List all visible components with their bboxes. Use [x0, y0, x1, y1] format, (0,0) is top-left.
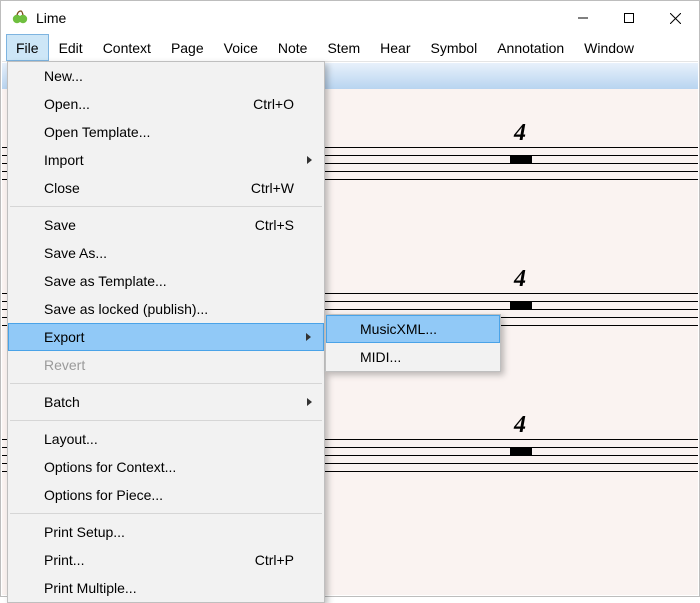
- menu-bar: File Edit Context Page Voice Note Stem H…: [2, 34, 698, 62]
- menuitem-label: New...: [44, 68, 83, 84]
- menuitem-batch[interactable]: Batch: [8, 388, 324, 416]
- close-button[interactable]: [652, 2, 698, 34]
- menu-hear[interactable]: Hear: [370, 34, 420, 61]
- menuitem-label: Close: [44, 180, 80, 196]
- menuitem-save-as[interactable]: Save As...: [8, 239, 324, 267]
- menu-window[interactable]: Window: [574, 34, 644, 61]
- menuitem-label: Save: [44, 217, 76, 233]
- submenu-arrow-icon: [307, 398, 312, 406]
- menuitem-print-setup[interactable]: Print Setup...: [8, 518, 324, 546]
- menuitem-label: Print Setup...: [44, 524, 125, 540]
- menuitem-shortcut: Ctrl+W: [251, 180, 294, 196]
- menuitem-export[interactable]: Export: [8, 323, 324, 351]
- menuitem-export-midi[interactable]: MIDI...: [326, 343, 500, 371]
- menuitem-save[interactable]: Save Ctrl+S: [8, 211, 324, 239]
- whole-rest: [510, 448, 532, 456]
- menu-edit[interactable]: Edit: [49, 34, 93, 61]
- menuitem-label: Export: [44, 329, 84, 345]
- menuitem-label: Open Template...: [44, 124, 150, 140]
- menuitem-label: Revert: [44, 357, 85, 373]
- export-submenu: MusicXML... MIDI...: [325, 314, 501, 372]
- menuitem-label: Save As...: [44, 245, 107, 261]
- menuitem-label: Options for Piece...: [44, 487, 163, 503]
- menuitem-label: Save as Template...: [44, 273, 167, 289]
- maximize-button[interactable]: [606, 2, 652, 34]
- menu-separator: [10, 420, 322, 421]
- menuitem-label: Print...: [44, 552, 84, 568]
- menu-voice[interactable]: Voice: [214, 34, 268, 61]
- menuitem-revert: Revert: [8, 351, 324, 379]
- whole-rest: [510, 156, 532, 164]
- file-menu-dropdown: New... Open... Ctrl+O Open Template... I…: [7, 61, 325, 603]
- title-bar: Lime: [2, 2, 698, 34]
- menuitem-shortcut: Ctrl+O: [253, 96, 294, 112]
- submenu-arrow-icon: [307, 156, 312, 164]
- app-title: Lime: [36, 10, 66, 26]
- window-frame: Lime File Edit Context Page Voice Note S…: [0, 0, 700, 597]
- multirest-number: 4: [514, 120, 526, 147]
- window-controls: [560, 2, 698, 34]
- menuitem-label: MIDI...: [360, 349, 401, 365]
- menuitem-layout[interactable]: Layout...: [8, 425, 324, 453]
- menuitem-print-multiple[interactable]: Print Multiple...: [8, 574, 324, 602]
- menuitem-label: Import: [44, 152, 84, 168]
- menuitem-save-as-locked[interactable]: Save as locked (publish)...: [8, 295, 324, 323]
- menuitem-shortcut: Ctrl+S: [255, 217, 294, 233]
- menu-stem[interactable]: Stem: [317, 34, 370, 61]
- menuitem-label: Options for Context...: [44, 459, 176, 475]
- whole-rest: [510, 302, 532, 310]
- menuitem-label: Layout...: [44, 431, 98, 447]
- menuitem-label: Open...: [44, 96, 90, 112]
- menuitem-options-piece[interactable]: Options for Piece...: [8, 481, 324, 509]
- minimize-button[interactable]: [560, 2, 606, 34]
- menuitem-options-context[interactable]: Options for Context...: [8, 453, 324, 481]
- multirest-number: 4: [514, 412, 526, 439]
- menu-separator: [10, 206, 322, 207]
- menu-separator: [10, 383, 322, 384]
- menuitem-print[interactable]: Print... Ctrl+P: [8, 546, 324, 574]
- submenu-arrow-icon: [306, 333, 311, 341]
- menuitem-close[interactable]: Close Ctrl+W: [8, 174, 324, 202]
- menuitem-open-template[interactable]: Open Template...: [8, 118, 324, 146]
- menu-symbol[interactable]: Symbol: [421, 34, 488, 61]
- menuitem-label: MusicXML...: [360, 321, 437, 337]
- menuitem-save-as-template[interactable]: Save as Template...: [8, 267, 324, 295]
- menu-note[interactable]: Note: [268, 34, 318, 61]
- menu-annotation[interactable]: Annotation: [487, 34, 574, 61]
- menuitem-shortcut: Ctrl+P: [255, 552, 294, 568]
- menuitem-open[interactable]: Open... Ctrl+O: [8, 90, 324, 118]
- menu-file[interactable]: File: [6, 34, 49, 61]
- menuitem-export-musicxml[interactable]: MusicXML...: [326, 315, 500, 343]
- app-icon: [12, 10, 28, 26]
- menu-separator: [10, 513, 322, 514]
- menu-context[interactable]: Context: [93, 34, 161, 61]
- menu-page[interactable]: Page: [161, 34, 214, 61]
- menuitem-import[interactable]: Import: [8, 146, 324, 174]
- menuitem-label: Batch: [44, 394, 80, 410]
- multirest-number: 4: [514, 266, 526, 293]
- menuitem-label: Print Multiple...: [44, 580, 137, 596]
- menuitem-new[interactable]: New...: [8, 62, 324, 90]
- menuitem-label: Save as locked (publish)...: [44, 301, 208, 317]
